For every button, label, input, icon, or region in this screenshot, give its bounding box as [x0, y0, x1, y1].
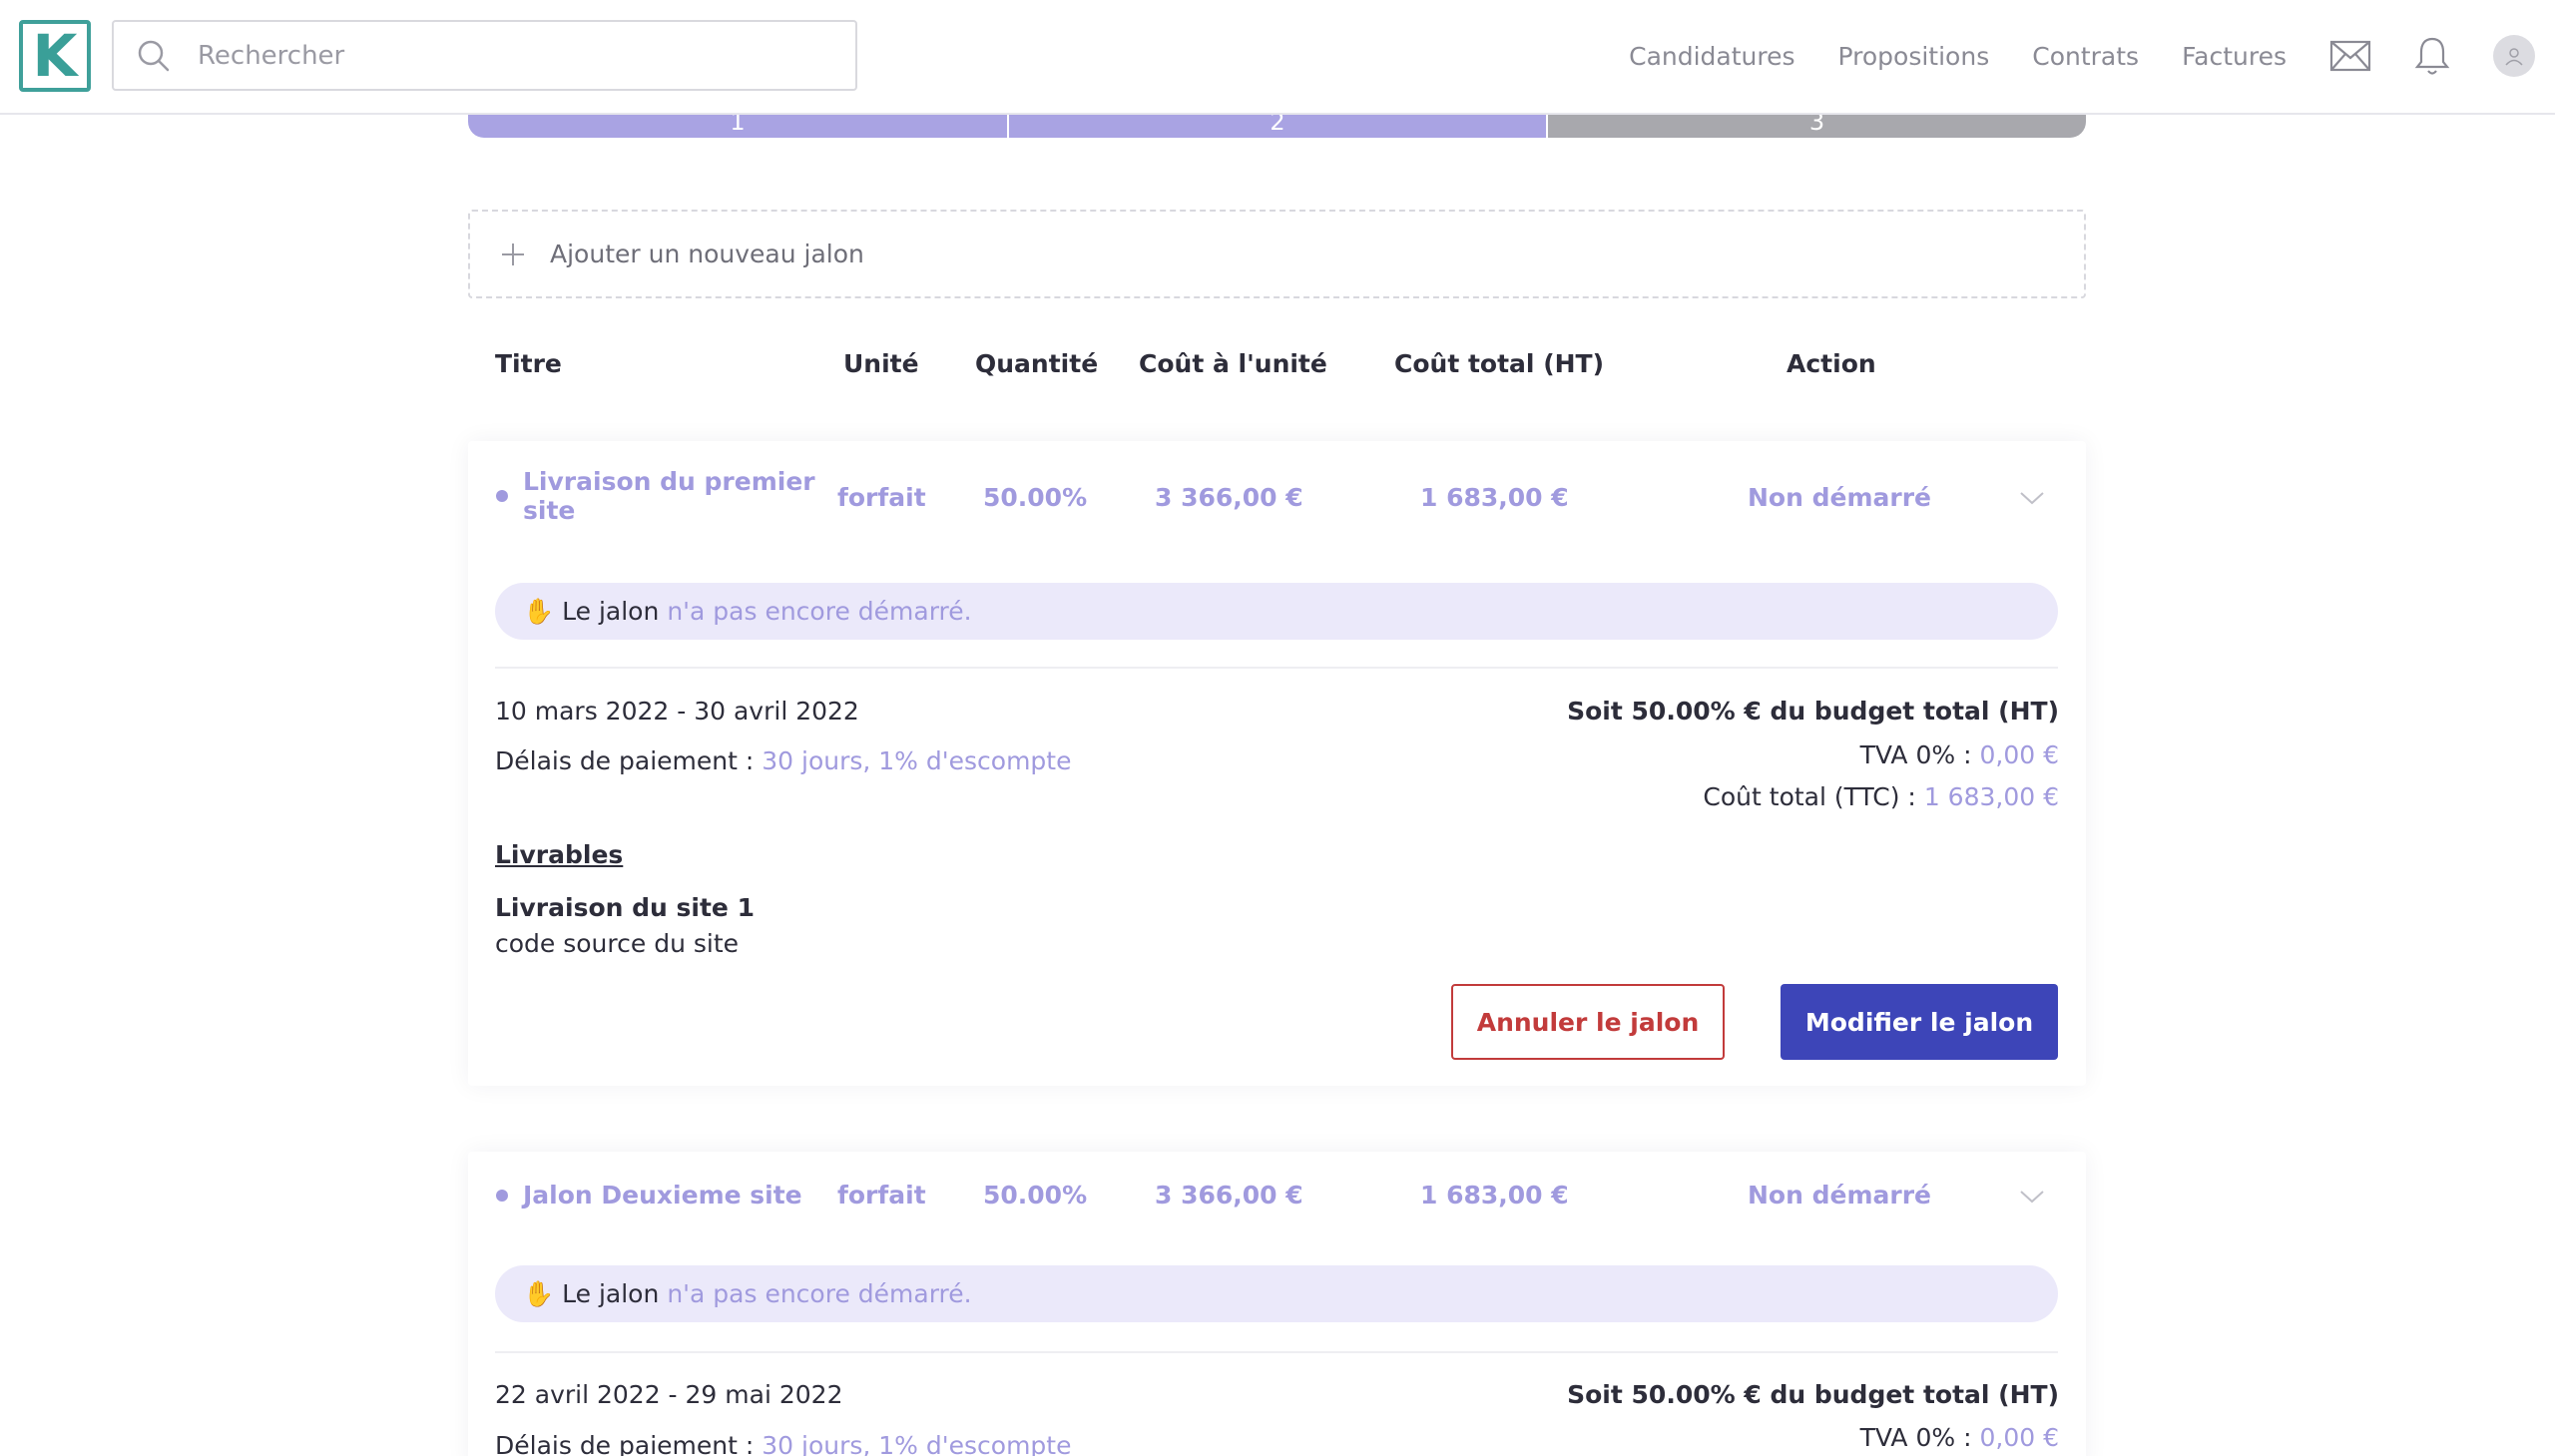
payment-value: 30 jours, 1% d'escompte [762, 1431, 1072, 1456]
deliverable-title: Livraison du site 1 [495, 893, 755, 922]
payment-label: Délais de paiement : [495, 746, 755, 775]
hand-icon: ✋ [523, 596, 555, 626]
budget-share: Soit 50.00% € du budget total (HT) [1567, 697, 2059, 726]
ttc-line: Coût total (TTC) : 1 683,00 € [1703, 782, 2059, 811]
cancel-milestone-button[interactable]: Annuler le jalon [1451, 984, 1725, 1060]
status-dot [496, 490, 508, 502]
search-input[interactable] [198, 40, 796, 71]
table-header: Titre Unité Quantité Coût à l'unité Coût… [468, 349, 2086, 389]
nav-factures[interactable]: Factures [2182, 42, 2287, 71]
milestone-notice: ✋ Le jalon n'a pas encore démarré. [495, 1265, 2058, 1322]
milestone-row[interactable]: Jalon Deuxieme site forfait 50.00% 3 366… [468, 1152, 2086, 1241]
milestone-unit-cost: 3 366,00 € [1155, 483, 1303, 512]
tva-line: TVA 0% : 0,00 € [1860, 740, 2059, 769]
milestone-card: Livraison du premier site forfait 50.00%… [468, 441, 2086, 1086]
hand-icon: ✋ [523, 1278, 555, 1308]
search-box[interactable] [112, 20, 857, 91]
col-action: Action [1787, 349, 1876, 378]
app-logo[interactable]: K [19, 20, 91, 92]
payment-value: 30 jours, 1% d'escompte [762, 746, 1072, 775]
ttc-label: Coût total (TTC) : [1703, 782, 1916, 811]
add-milestone-label: Ajouter un nouveau jalon [550, 240, 864, 268]
milestone-status: Non démarré [1748, 1181, 1931, 1210]
bell-icon[interactable] [2411, 35, 2453, 77]
milestone-quantity: 50.00% [983, 483, 1088, 512]
milestone-title[interactable]: Livraison du premier site [523, 467, 815, 525]
milestone-dates: 22 avril 2022 - 29 mai 2022 [495, 1380, 843, 1409]
milestone-total-cost: 1 683,00 € [1420, 1181, 1569, 1210]
milestone-unit-cost: 3 366,00 € [1155, 1181, 1303, 1210]
milestone-quantity: 50.00% [983, 1181, 1088, 1210]
top-bar: K Candidatures Propositions Contrats Fac… [0, 0, 2555, 115]
chevron-down-icon[interactable] [2018, 1188, 2046, 1206]
tva-label: TVA 0% : [1859, 740, 1972, 769]
milestone-notice: ✋ Le jalon n'a pas encore démarré. [495, 583, 2058, 640]
milestone-title[interactable]: Jalon Deuxieme site [523, 1181, 802, 1210]
notice-suffix: n'a pas encore démarré. [667, 1279, 972, 1308]
plus-icon [502, 243, 524, 265]
nav-candidatures[interactable]: Candidatures [1629, 42, 1794, 71]
milestone-unit: forfait [837, 483, 926, 512]
tva-value: 0,00 € [1979, 1423, 2059, 1452]
milestone-card: Jalon Deuxieme site forfait 50.00% 3 366… [468, 1152, 2086, 1456]
notice-prefix: Le jalon [562, 597, 660, 626]
notice-suffix: n'a pas encore démarré. [667, 597, 972, 626]
col-unit: Unité [843, 349, 919, 378]
deliverable-description: code source du site [495, 929, 740, 958]
milestone-row[interactable]: Livraison du premier site forfait 50.00%… [468, 441, 2086, 551]
payment-terms: Délais de paiement : 30 jours, 1% d'esco… [495, 746, 1071, 775]
tva-label: TVA 0% : [1859, 1423, 1972, 1452]
user-icon [2505, 48, 2523, 66]
milestone-unit: forfait [837, 1181, 926, 1210]
col-unit-cost: Coût à l'unité [1139, 349, 1327, 378]
chevron-down-icon[interactable] [2018, 489, 2046, 507]
notice-prefix: Le jalon [562, 1279, 660, 1308]
status-dot [496, 1190, 508, 1202]
payment-terms: Délais de paiement : 30 jours, 1% d'esco… [495, 1431, 1071, 1456]
nav-propositions[interactable]: Propositions [1838, 42, 1990, 71]
tva-value: 0,00 € [1979, 740, 2059, 769]
payment-label: Délais de paiement : [495, 1431, 755, 1456]
nav-contrats[interactable]: Contrats [2032, 42, 2139, 71]
milestone-total-cost: 1 683,00 € [1420, 483, 1569, 512]
col-title: Titre [495, 349, 562, 378]
tva-line: TVA 0% : 0,00 € [1860, 1423, 2059, 1452]
avatar[interactable] [2493, 35, 2535, 77]
add-milestone-button[interactable]: Ajouter un nouveau jalon [468, 210, 2086, 298]
col-quantity: Quantité [975, 349, 1099, 378]
divider [495, 1351, 2058, 1353]
milestone-title-line1: Livraison du premier [523, 467, 815, 496]
edit-milestone-button[interactable]: Modifier le jalon [1781, 984, 2058, 1060]
milestone-dates: 10 mars 2022 - 30 avril 2022 [495, 697, 859, 726]
ttc-value: 1 683,00 € [1923, 782, 2059, 811]
search-icon [138, 40, 170, 71]
col-total-cost: Coût total (HT) [1394, 349, 1605, 378]
mail-icon[interactable] [2329, 35, 2371, 77]
main-nav: Candidatures Propositions Contrats Factu… [1629, 0, 2555, 112]
deliverables-heading: Livrables [495, 840, 624, 869]
milestone-title-line2: site [523, 496, 576, 525]
budget-share: Soit 50.00% € du budget total (HT) [1567, 1380, 2059, 1409]
milestone-status: Non démarré [1748, 483, 1931, 512]
divider [495, 667, 2058, 669]
logo-letter: K [32, 22, 78, 90]
